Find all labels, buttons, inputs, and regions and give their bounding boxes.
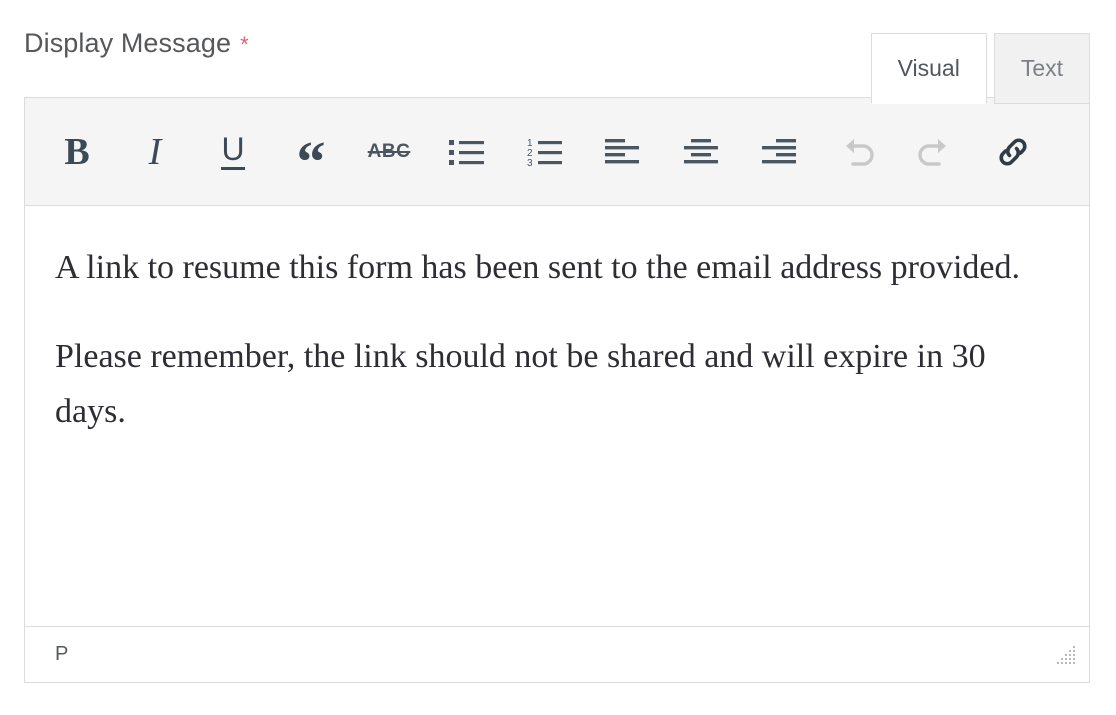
- bold-glyph: B: [64, 130, 90, 173]
- align-left-icon[interactable]: [595, 124, 651, 180]
- undo-icon[interactable]: [829, 124, 885, 180]
- link-icon[interactable]: [985, 124, 1041, 180]
- underline-icon[interactable]: U: [205, 124, 261, 180]
- align-center-svg: [684, 138, 718, 163]
- align-right-svg: [762, 138, 796, 163]
- strikethrough-icon[interactable]: ABC: [361, 124, 417, 180]
- align-left-svg: [605, 138, 639, 163]
- numbered-list-digit-3: 3: [527, 158, 533, 167]
- editor-mode-tabs: Visual Text: [870, 33, 1090, 104]
- editor-toolbar: B I U “ ABC 1 2 3: [25, 98, 1089, 206]
- redo-icon[interactable]: [907, 124, 963, 180]
- bulleted-list-svg: [449, 139, 484, 165]
- link-svg: [999, 138, 1027, 165]
- bulleted-list-icon[interactable]: [439, 124, 495, 180]
- editor-content-area[interactable]: A link to resume this form has been sent…: [25, 206, 1089, 626]
- strikethrough-glyph: ABC: [367, 140, 411, 162]
- editor-status-bar: P: [25, 626, 1089, 682]
- italic-icon[interactable]: I: [127, 124, 183, 180]
- blockquote-icon[interactable]: “: [283, 124, 339, 190]
- editor-paragraph-2: Please remember, the link should not be …: [55, 338, 986, 431]
- bold-icon[interactable]: B: [49, 124, 105, 180]
- resize-grip-icon[interactable]: [1051, 642, 1077, 668]
- field-label-row: Display Message *: [24, 28, 249, 59]
- tab-text-label: Text: [1020, 55, 1063, 82]
- element-path-indicator[interactable]: P: [55, 643, 69, 666]
- tab-text[interactable]: Text: [993, 33, 1090, 104]
- tab-visual[interactable]: Visual: [870, 33, 987, 104]
- tab-visual-label: Visual: [897, 55, 960, 82]
- wysiwyg-editor: B I U “ ABC 1 2 3 A link to resume this …: [24, 97, 1090, 683]
- page-title: Display Message: [24, 28, 232, 58]
- undo-svg: [846, 138, 874, 166]
- align-right-icon[interactable]: [751, 124, 807, 180]
- italic-glyph: I: [148, 130, 162, 173]
- underline-glyph: U: [221, 132, 245, 171]
- numbered-list-svg: 1 2 3: [527, 138, 562, 167]
- align-center-icon[interactable]: [673, 124, 729, 180]
- display-message-field: Display Message * Visual Text B I U “ AB…: [0, 0, 1116, 715]
- required-asterisk: *: [240, 32, 249, 57]
- editor-paragraph-1: A link to resume this form has been sent…: [55, 249, 1021, 286]
- numbered-list-icon[interactable]: 1 2 3: [517, 124, 573, 180]
- redo-svg: [918, 138, 946, 166]
